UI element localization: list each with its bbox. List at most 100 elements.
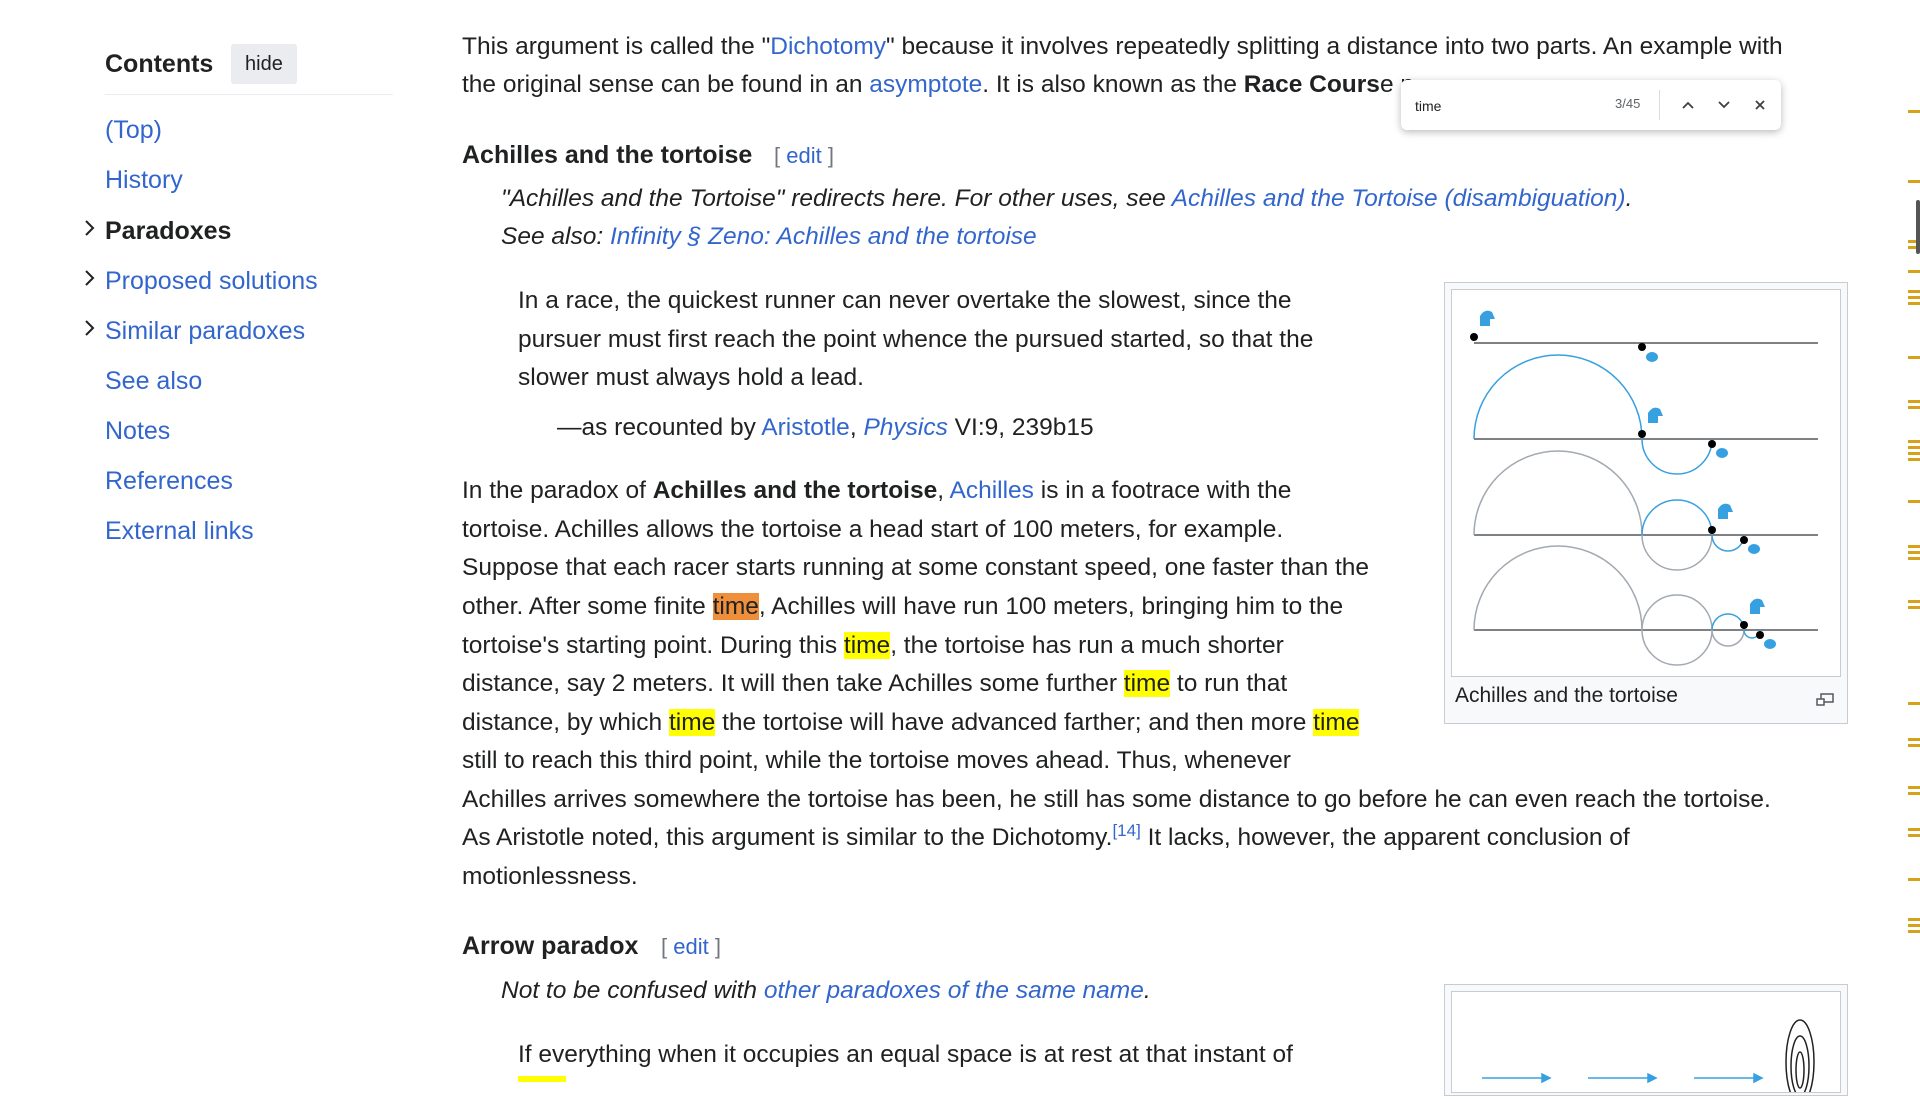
toc-item-references[interactable]: References [105, 467, 233, 496]
text: —as recounted by [557, 414, 762, 441]
match-marker [1908, 738, 1920, 741]
toc-item-external-links[interactable]: External links [105, 517, 254, 546]
achilles-tortoise-diagram [1470, 310, 1818, 666]
text: . [1143, 977, 1151, 1004]
bold-term: Race Cours [1243, 71, 1380, 98]
find-input[interactable] [1413, 93, 1607, 119]
toc-item-similar-paradoxes[interactable]: Similar paradoxes [105, 317, 305, 346]
scrollbar-match-markers[interactable] [1908, 0, 1920, 1080]
search-match: time [843, 632, 891, 659]
text: to run that [1170, 670, 1288, 697]
search-match: time [669, 709, 716, 736]
link-disambiguation[interactable]: Achilles and the Tortoise (disambiguatio… [1172, 185, 1626, 212]
text: In the paradox of [462, 477, 653, 504]
figure-image[interactable] [1451, 289, 1841, 677]
match-marker [1908, 744, 1920, 747]
link-asymptote[interactable]: asymptote [869, 71, 982, 98]
toc-hide-button[interactable]: hide [231, 44, 297, 84]
search-match: time [1313, 709, 1360, 736]
match-marker [1908, 702, 1920, 705]
text: "Achilles and the Tortoise" redirects he… [501, 185, 1172, 212]
scrollbar-thumb[interactable] [1916, 200, 1920, 254]
intro-line-2: the original sense can be found in an as… [462, 69, 1414, 101]
toc-item-paradoxes[interactable]: Paradoxes [105, 217, 231, 246]
bracket: ] [708, 934, 721, 959]
see-also-hatnote: See also: Infinity § Zeno: Achilles and … [501, 221, 1037, 253]
toc-item-see-also[interactable]: See also [105, 367, 202, 396]
paragraph-line: distance, by which time the tortoise wil… [462, 707, 1360, 739]
link-physics[interactable]: Physics [863, 414, 947, 441]
reference-link[interactable]: [14] [1112, 821, 1140, 840]
quote-line: pursuer must first reach the point whenc… [518, 326, 1314, 353]
text: " because it involves repeatedly splitti… [886, 33, 1783, 60]
link-achilles[interactable]: Achilles [950, 477, 1034, 504]
quote-line: In a race, the quickest runner can never… [518, 287, 1292, 314]
link-infinity[interactable]: Infinity § Zeno: Achilles and the tortoi… [610, 223, 1037, 250]
edit-section-link[interactable]: edit [786, 143, 821, 168]
quote-line: If everything when it occupies an equal … [518, 1041, 1293, 1068]
match-marker [1908, 924, 1920, 927]
find-in-page-bar: 3/45 [1401, 80, 1781, 130]
match-marker [1908, 606, 1920, 609]
text: , the tortoise has run a much shorter [890, 632, 1284, 659]
text: , [849, 414, 864, 441]
divider [1659, 90, 1660, 120]
text: VI:9, 239b15 [947, 414, 1094, 441]
text: the tortoise will have advanced farther;… [715, 709, 1314, 736]
match-marker [1908, 440, 1920, 443]
text: As Aristotle noted, this argument is sim… [462, 824, 1113, 851]
text: tortoise's starting point. During this [462, 632, 844, 659]
figure-image[interactable] [1451, 991, 1841, 1099]
match-marker [1908, 834, 1920, 837]
chevron-up-icon[interactable] [1675, 92, 1701, 118]
match-marker [1908, 557, 1920, 560]
text: Not to be confused with [501, 977, 764, 1004]
text: is in a footrace with the [1033, 477, 1292, 504]
figure-achilles: Achilles and the tortoise [1444, 282, 1848, 724]
chevron-right-icon[interactable] [82, 316, 98, 340]
text: . It is also known as the [982, 71, 1244, 98]
edit-link-wrapper: [ edit ] [774, 143, 834, 169]
text: the original sense can be found in an [462, 71, 870, 98]
paragraph-line: Achilles arrives somewhere the tortoise … [462, 786, 1771, 813]
chevron-right-icon[interactable] [82, 266, 98, 290]
text: distance, say 2 meters. It will then tak… [462, 670, 1124, 697]
link-other-paradoxes[interactable]: other paradoxes of the same name [764, 977, 1144, 1004]
bracket: ] [821, 143, 834, 168]
match-marker [1908, 918, 1920, 921]
intro-line-1: This argument is called the "Dichotomy" … [462, 31, 1783, 63]
match-marker [1908, 400, 1920, 403]
section-heading-achilles: Achilles and the tortoise [462, 141, 753, 169]
link-aristotle[interactable]: Aristotle [761, 414, 850, 441]
section-heading-arrow: Arrow paradox [462, 932, 639, 960]
paragraph-line: motionlessness. [462, 863, 638, 890]
link-dichotomy[interactable]: Dichotomy [770, 33, 886, 60]
chevron-right-icon[interactable] [82, 216, 98, 240]
toc-item-top[interactable]: (Top) [105, 116, 162, 145]
toc-item-history[interactable]: History [105, 166, 183, 195]
enlarge-icon[interactable] [1815, 687, 1835, 706]
bracket: [ [661, 934, 674, 959]
close-icon[interactable] [1747, 92, 1773, 118]
bracket: [ [774, 143, 787, 168]
text: . [1625, 185, 1633, 212]
match-marker [1908, 786, 1920, 789]
text: other. After some finite [462, 593, 713, 620]
figure-arrow [1444, 984, 1848, 1099]
match-marker [1908, 110, 1920, 113]
match-marker [1908, 406, 1920, 409]
paragraph-line: tortoise. Achilles allows the tortoise a… [462, 516, 1284, 543]
match-marker [1908, 356, 1920, 359]
paragraph-line: still to reach this third point, while t… [462, 747, 1291, 774]
match-marker [1908, 302, 1920, 305]
chevron-down-icon[interactable] [1711, 92, 1737, 118]
arrow-paradox-diagram [1482, 1019, 1815, 1099]
toc-title: Contents [105, 50, 214, 78]
edit-section-link[interactable]: edit [673, 934, 708, 959]
match-marker [1908, 828, 1920, 831]
current-search-match: time [712, 593, 759, 620]
toc-item-proposed-solutions[interactable]: Proposed solutions [105, 267, 318, 296]
edit-link-wrapper: [ edit ] [661, 934, 721, 960]
paragraph-line: Suppose that each racer starts running a… [462, 554, 1370, 581]
toc-item-notes[interactable]: Notes [105, 417, 170, 446]
